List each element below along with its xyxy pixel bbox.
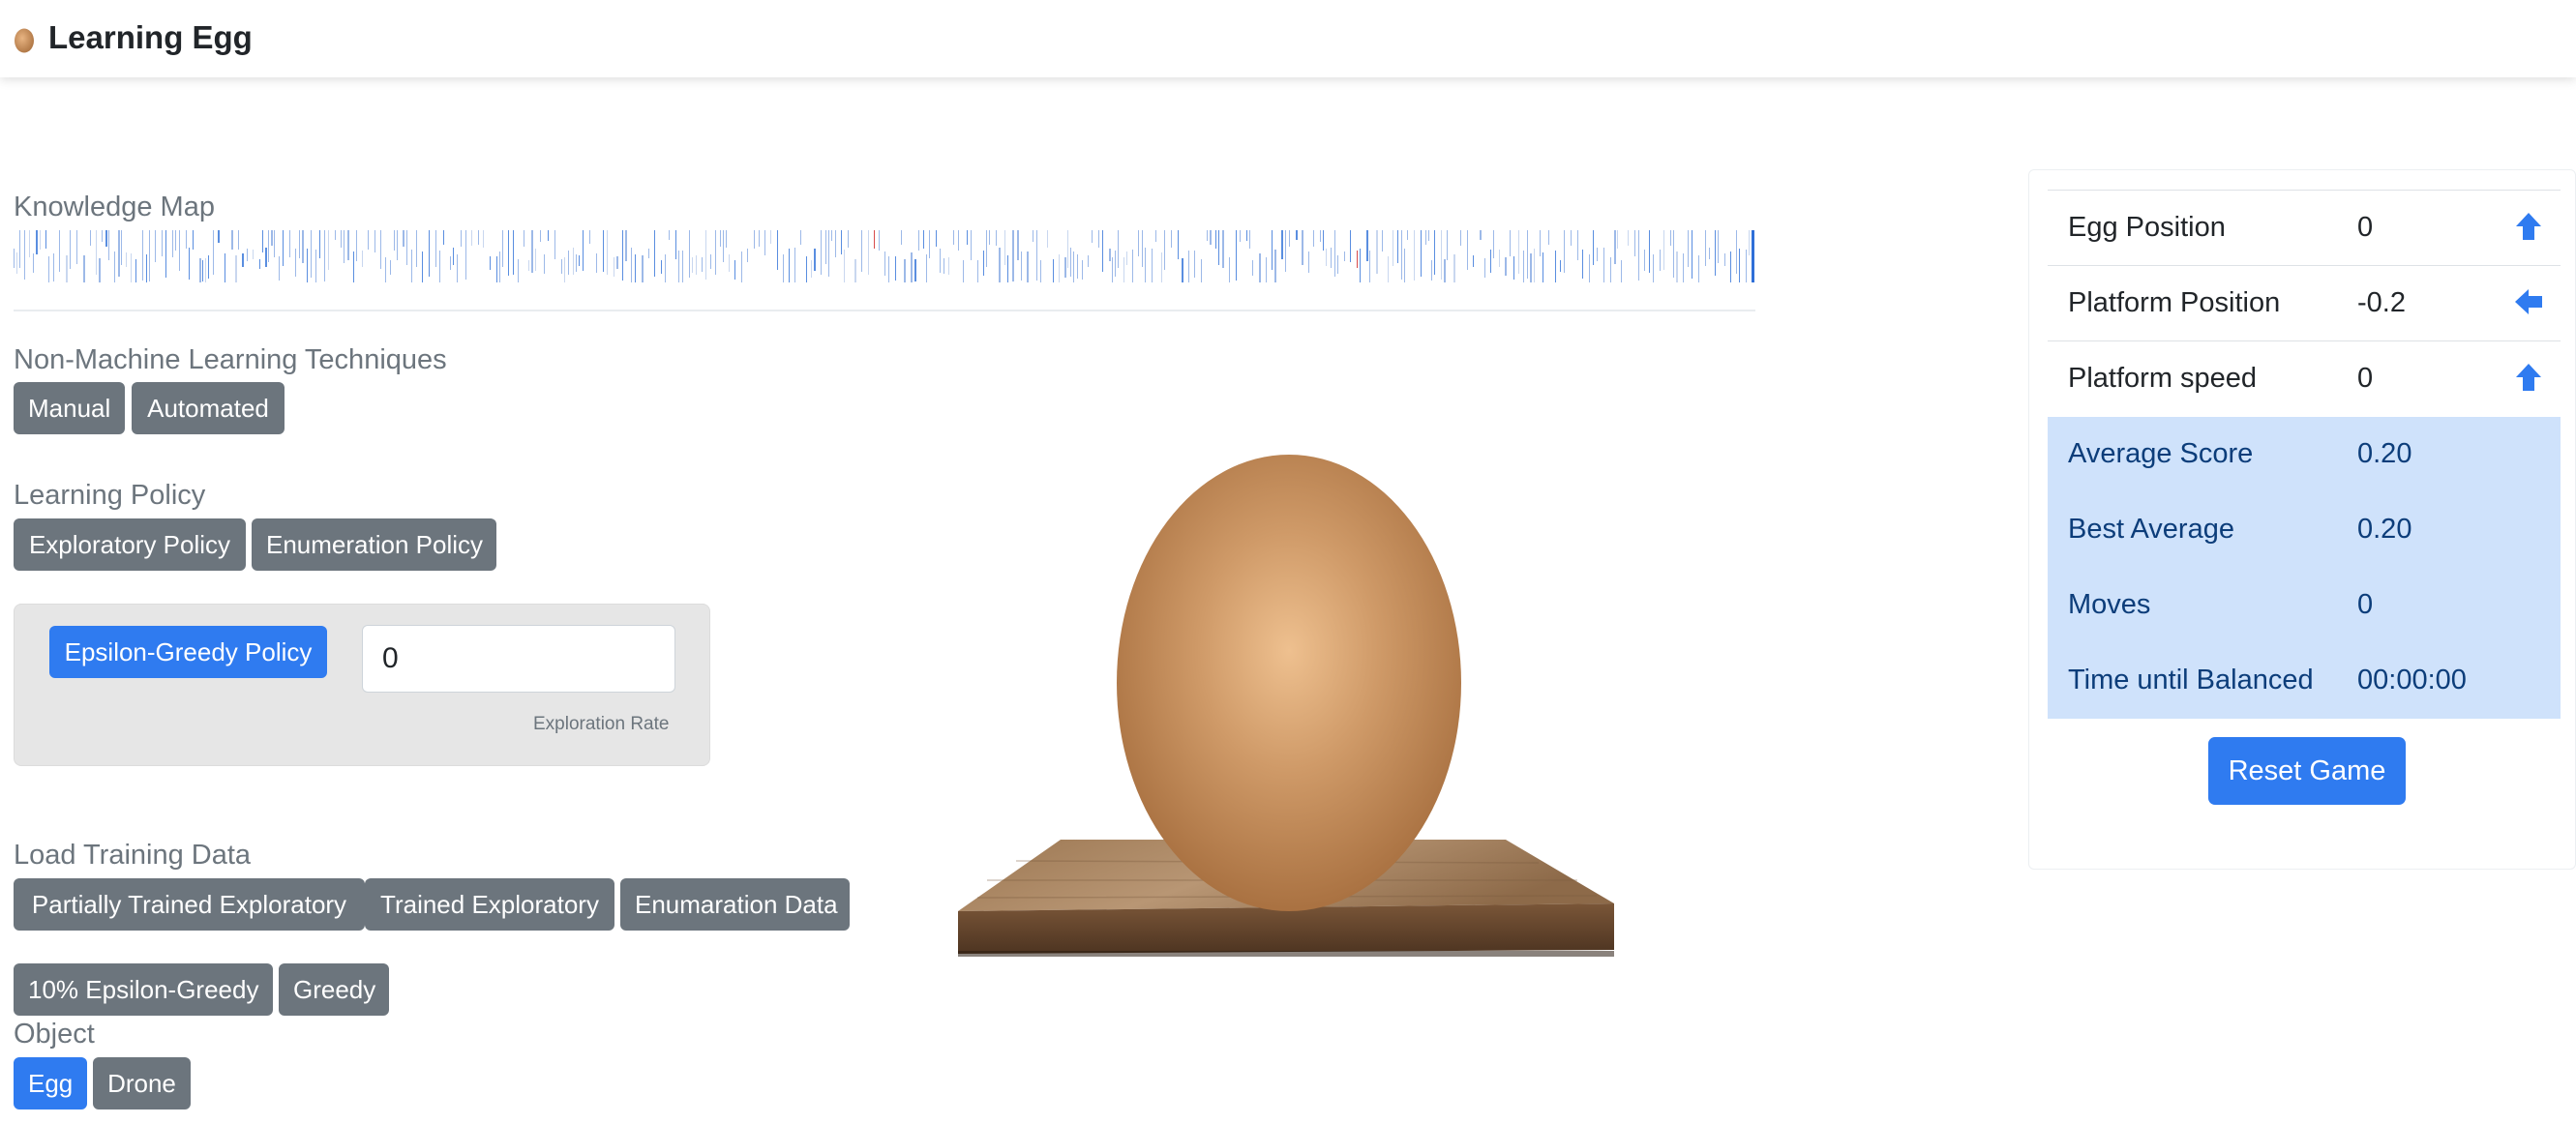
stat-value: 0.20 bbox=[2357, 514, 2412, 545]
egg bbox=[1117, 455, 1461, 911]
egg-button[interactable]: Egg bbox=[14, 1057, 87, 1109]
stat-label: Egg Position bbox=[2068, 212, 2226, 243]
exploratory-policy-button[interactable]: Exploratory Policy bbox=[14, 518, 246, 571]
stat-value: 0 bbox=[2357, 363, 2374, 394]
stat-value: 0.20 bbox=[2357, 438, 2412, 469]
exploration-rate-input[interactable] bbox=[362, 625, 675, 693]
stat-row-best-average: Best Average 0.20 bbox=[2048, 492, 2561, 568]
arrow-left-icon bbox=[2515, 289, 2542, 314]
game-scene bbox=[958, 455, 1614, 957]
divider bbox=[14, 310, 1755, 311]
arrow-up-icon bbox=[2516, 364, 2541, 391]
drone-button[interactable]: Drone bbox=[93, 1057, 191, 1109]
enumeration-data-button[interactable]: Enumaration Data bbox=[620, 878, 850, 931]
stat-label: Time until Balanced bbox=[2068, 665, 2314, 695]
manual-button[interactable]: Manual bbox=[14, 382, 125, 434]
stat-row-egg-position: Egg Position 0 bbox=[2048, 190, 2561, 265]
stat-row-average-score: Average Score 0.20 bbox=[2048, 417, 2561, 492]
exploration-rate-help: Exploration Rate bbox=[533, 714, 670, 734]
epsilon-greedy-button[interactable]: Epsilon-Greedy Policy bbox=[49, 626, 327, 678]
partially-trained-button[interactable]: Partially Trained Exploratory bbox=[14, 878, 365, 931]
stat-value: -0.2 bbox=[2357, 287, 2406, 318]
stat-label: Platform speed bbox=[2068, 363, 2258, 394]
arrow-up-icon bbox=[2516, 213, 2541, 240]
stat-label: Platform Position bbox=[2068, 287, 2281, 318]
stat-value: 00:00:00 bbox=[2357, 665, 2467, 695]
automated-button[interactable]: Automated bbox=[132, 382, 285, 434]
egg-icon bbox=[15, 28, 34, 53]
stat-label: Average Score bbox=[2068, 438, 2254, 469]
stat-row-moves: Moves 0 bbox=[2048, 568, 2561, 643]
learning-policy-label: Learning Policy bbox=[14, 480, 206, 511]
reset-game-button[interactable]: Reset Game bbox=[2208, 737, 2406, 805]
knowledge-map-label: Knowledge Map bbox=[14, 192, 215, 222]
stat-row-platform-speed: Platform speed 0 bbox=[2048, 340, 2561, 416]
object-label: Object bbox=[14, 1019, 95, 1050]
non-ml-label: Non-Machine Learning Techniques bbox=[14, 344, 447, 375]
training-label: Load Training Data bbox=[14, 840, 252, 871]
greedy-button[interactable]: Greedy bbox=[279, 963, 389, 1016]
stat-label: Moves bbox=[2068, 589, 2151, 620]
stat-value: 0 bbox=[2357, 212, 2374, 243]
knowledge-map bbox=[14, 230, 1754, 282]
app-title[interactable]: Learning Egg bbox=[48, 19, 253, 56]
epsilon-10-button[interactable]: 10% Epsilon-Greedy bbox=[14, 963, 273, 1016]
stat-row-time-until-balanced: Time until Balanced 00:00:00 bbox=[2048, 643, 2561, 719]
stat-value: 0 bbox=[2357, 589, 2374, 620]
enumeration-policy-button[interactable]: Enumeration Policy bbox=[252, 518, 496, 571]
trained-exploratory-button[interactable]: Trained Exploratory bbox=[365, 878, 614, 931]
stat-label: Best Average bbox=[2068, 514, 2234, 545]
navbar: Learning Egg bbox=[0, 0, 2576, 77]
stat-row-platform-position: Platform Position -0.2 bbox=[2048, 265, 2561, 340]
